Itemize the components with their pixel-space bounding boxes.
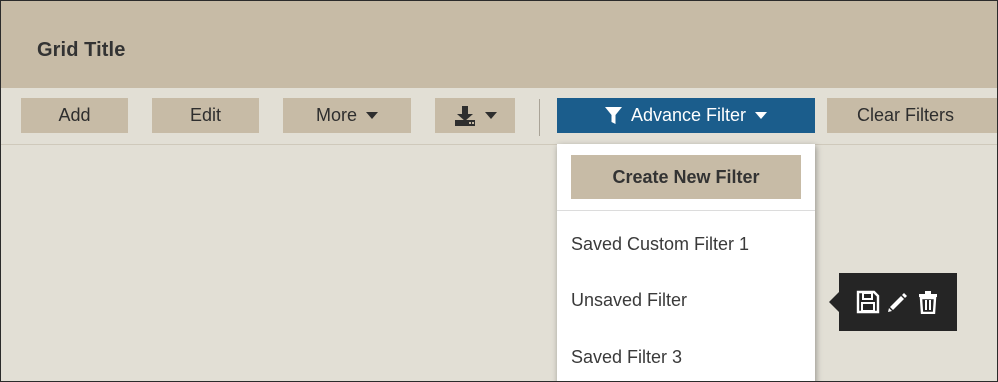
filter-item-unsaved-filter[interactable]: Unsaved Filter xyxy=(571,290,687,311)
grid-title: Grid Title xyxy=(37,39,126,61)
clear-filters-label: Clear Filters xyxy=(857,105,955,125)
menu-divider xyxy=(557,210,815,211)
filter-item-saved-custom-filter-1[interactable]: Saved Custom Filter 1 xyxy=(571,234,749,255)
filter-actions-popover xyxy=(829,273,957,331)
advance-filter-button[interactable]: Advance Filter xyxy=(557,98,815,133)
edit-button[interactable]: Edit xyxy=(152,98,259,133)
trash-icon[interactable] xyxy=(916,290,940,314)
save-icon[interactable] xyxy=(856,290,880,314)
pencil-icon[interactable] xyxy=(886,290,910,314)
download-button[interactable] xyxy=(435,98,515,133)
advance-filter-label: Advance Filter xyxy=(630,105,747,125)
advance-filter-dropdown: Create New Filter Saved Custom Filter 1 … xyxy=(557,144,815,381)
edit-button-label: Edit xyxy=(189,105,222,125)
caret-down-icon xyxy=(755,112,768,119)
create-new-filter-label: Create New Filter xyxy=(612,166,760,187)
clear-filters-button[interactable]: Clear Filters xyxy=(827,98,997,133)
download-icon xyxy=(454,105,475,126)
caret-down-icon xyxy=(366,112,378,119)
caret-down-icon xyxy=(484,112,497,119)
add-button[interactable]: Add xyxy=(21,98,128,133)
toolbar-divider xyxy=(539,99,540,136)
filter-item-saved-filter-3[interactable]: Saved Filter 3 xyxy=(571,347,682,368)
more-button-label: More xyxy=(315,105,357,125)
add-button-label: Add xyxy=(58,105,91,125)
create-new-filter-button[interactable]: Create New Filter xyxy=(571,155,801,199)
grid-header: Grid Title xyxy=(1,1,997,88)
filter-icon xyxy=(604,106,622,124)
grid-panel: Grid Title Add Edit More Advance Filter … xyxy=(0,0,998,382)
more-button[interactable]: More xyxy=(283,98,411,133)
